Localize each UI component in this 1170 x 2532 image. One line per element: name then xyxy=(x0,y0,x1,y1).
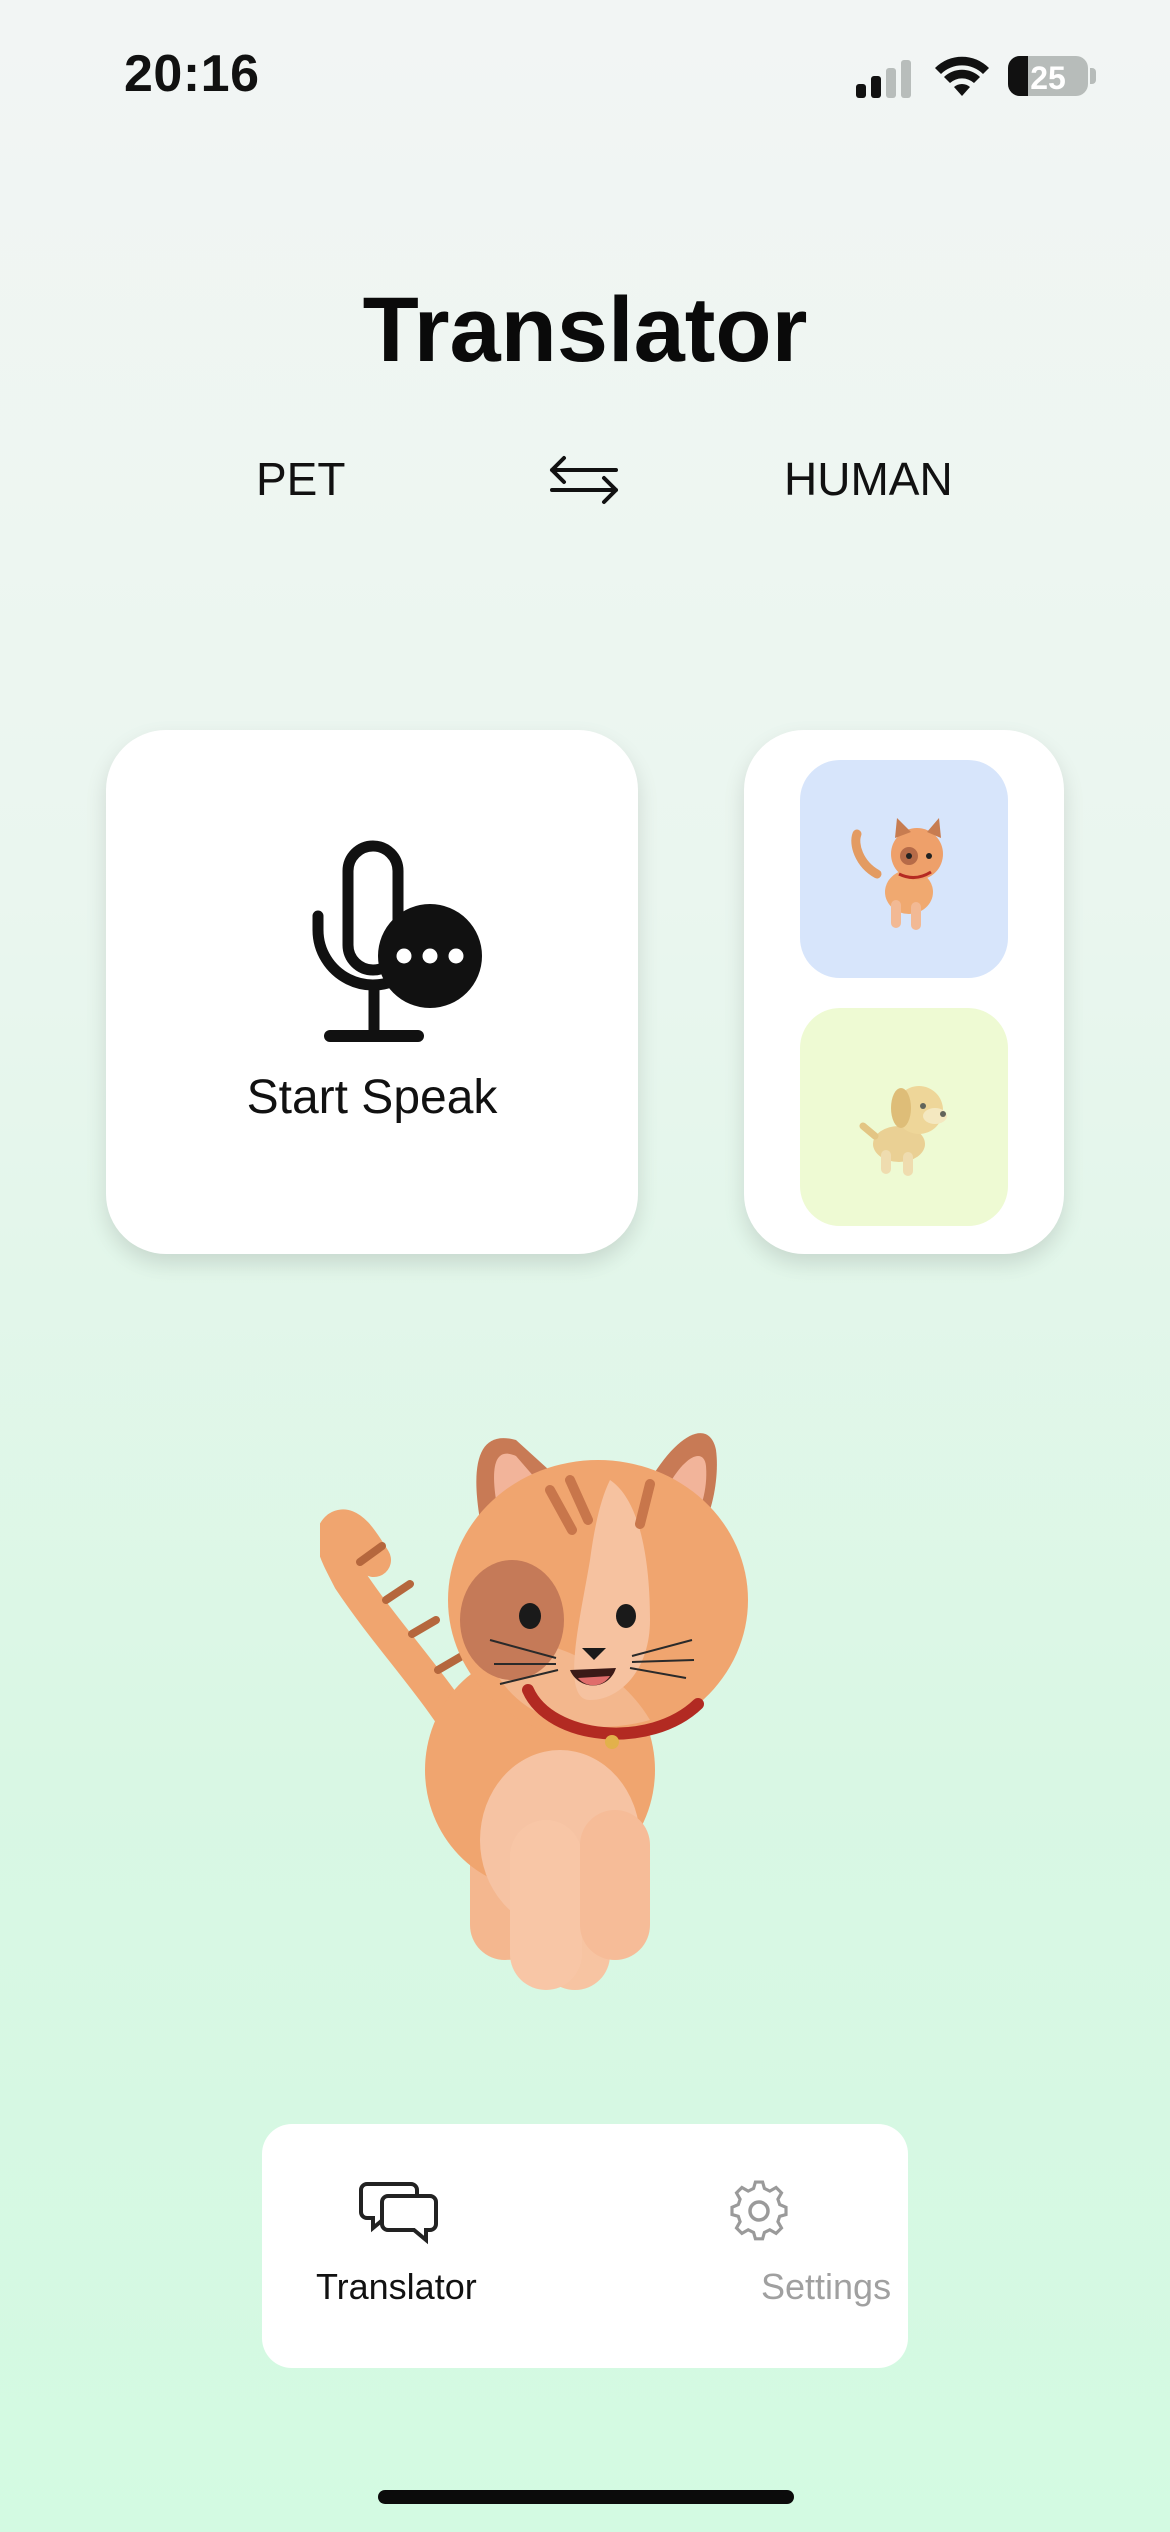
status-time: 20:16 xyxy=(124,45,260,103)
pet-option-dog[interactable] xyxy=(800,1008,1008,1226)
microphone-speech-icon xyxy=(312,840,482,1042)
status-bar: 20:16 25 xyxy=(0,0,1170,150)
home-indicator[interactable] xyxy=(378,2490,794,2504)
chat-bubbles-icon xyxy=(359,2182,438,2245)
gear-icon xyxy=(730,2180,788,2241)
tab-translator[interactable]: Translator xyxy=(262,2124,585,2368)
tab-translator-label: Translator xyxy=(316,2266,477,2307)
battery-percent: 25 xyxy=(1030,60,1066,96)
wifi-icon xyxy=(935,56,989,96)
battery-icon: 25 xyxy=(1008,56,1088,96)
start-speak-button[interactable]: Start Speak xyxy=(106,730,638,1254)
dog-icon xyxy=(859,1086,947,1176)
pet-selector-card xyxy=(744,730,1064,1254)
cat-icon xyxy=(851,818,943,930)
target-language-label[interactable]: HUMAN xyxy=(784,452,953,506)
signal-icon xyxy=(856,58,916,98)
swap-arrows-icon[interactable] xyxy=(544,450,624,510)
tab-settings-label: Settings xyxy=(761,2266,892,2307)
page-title: Translator xyxy=(362,279,808,381)
tab-bar: Translator Settings xyxy=(262,2124,908,2368)
battery-tip xyxy=(1090,68,1096,84)
pet-option-cat[interactable] xyxy=(800,760,1008,978)
cat-illustration xyxy=(320,1433,748,1990)
start-speak-label: Start Speak xyxy=(246,1071,498,1124)
source-language-label[interactable]: PET xyxy=(256,452,345,506)
tab-settings[interactable]: Settings xyxy=(585,2124,908,2368)
